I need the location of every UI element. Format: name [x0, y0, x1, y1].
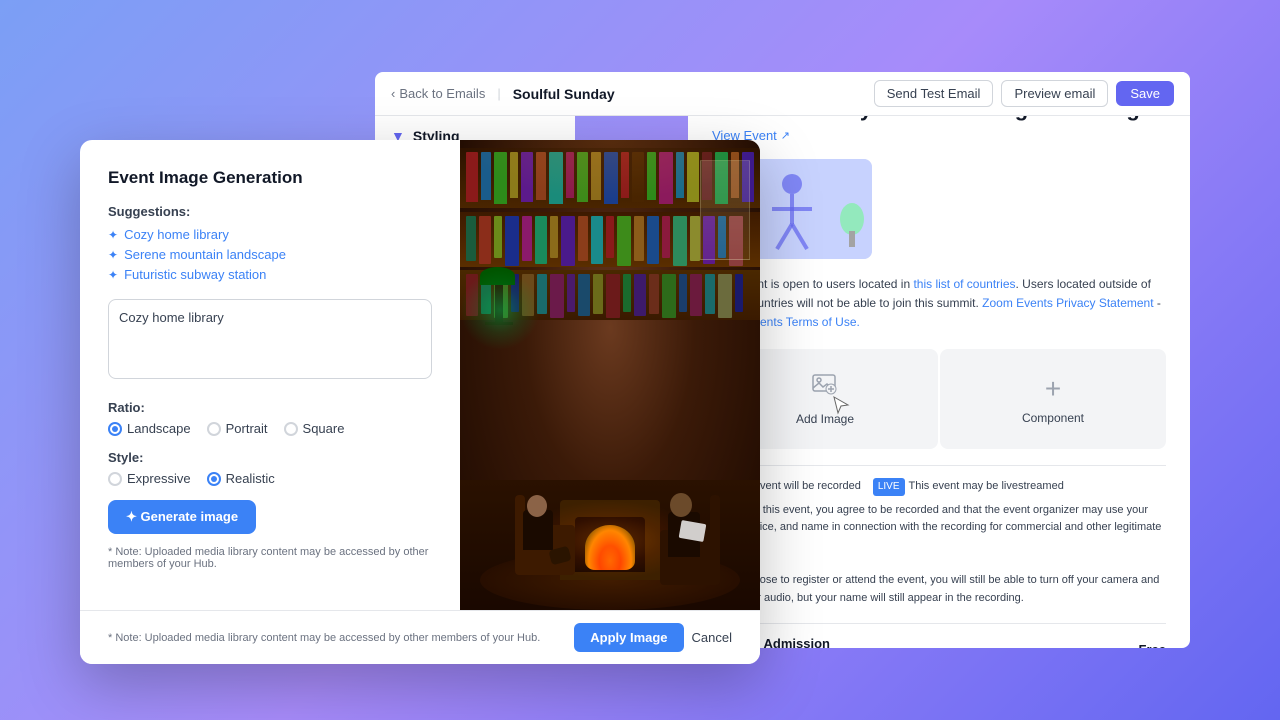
- ratio-portrait[interactable]: Portrait: [207, 421, 268, 436]
- recording-description-1: By joining this event, you agree to be r…: [712, 502, 1166, 555]
- suggestion-2[interactable]: ✦ Serene mountain landscape: [108, 247, 432, 262]
- image-generation-modal: Event Image Generation Suggestions: ✦ Co…: [80, 140, 760, 664]
- ratio-options: Landscape Portrait Square: [108, 421, 432, 436]
- plus-icon: +: [1045, 373, 1061, 405]
- event-description: This event is open to users located in t…: [712, 275, 1166, 333]
- modal-footer: * Note: Uploaded media library content m…: [80, 610, 760, 664]
- sparkle-icon-1: ✦: [108, 228, 118, 242]
- library-scene: [460, 140, 760, 610]
- live-badge: LIVE This event may be livestreamed: [873, 478, 1064, 496]
- recording-section: This event will be recorded LIVE This ev…: [712, 465, 1166, 608]
- live-text: This event may be livestreamed: [909, 478, 1064, 496]
- ratio-square-label: Square: [303, 421, 345, 436]
- modal-title: Event Image Generation: [108, 168, 432, 188]
- page-name: Soulful Sunday: [513, 86, 615, 102]
- back-label: Back to Emails: [399, 86, 485, 101]
- email-preview-panel: Soulful Sunday Session: Yang to Yin Yoga…: [688, 72, 1190, 648]
- prompt-textarea[interactable]: Cozy home library: [108, 299, 432, 379]
- style-label: Style:: [108, 450, 432, 465]
- sparkle-icon-3: ✦: [108, 268, 118, 282]
- generate-button[interactable]: ✦ Generate image: [108, 500, 256, 534]
- chevron-left-icon: ‹: [391, 86, 395, 101]
- divider: |: [497, 86, 500, 101]
- recording-description-2: If you choose to register or attend the …: [712, 572, 1166, 607]
- preview-email-button[interactable]: Preview email: [1001, 80, 1108, 107]
- sparkle-icon-2: ✦: [108, 248, 118, 262]
- ratio-square[interactable]: Square: [284, 421, 345, 436]
- suggestion-1-text: Cozy home library: [124, 227, 229, 242]
- ratio-landscape[interactable]: Landscape: [108, 421, 191, 436]
- add-component-box[interactable]: + Component: [940, 349, 1166, 449]
- countries-link[interactable]: this list of countries: [913, 277, 1015, 291]
- modal-left-panel: Event Image Generation Suggestions: ✦ Co…: [80, 140, 460, 610]
- ratio-square-radio[interactable]: [284, 422, 298, 436]
- live-icon: LIVE: [873, 478, 905, 496]
- ratio-portrait-label: Portrait: [226, 421, 268, 436]
- cursor: [832, 395, 850, 417]
- image-actions: Add Image + Component: [712, 349, 1166, 449]
- note-text: * Note: Uploaded media library content m…: [108, 546, 432, 570]
- suggestion-3[interactable]: ✦ Futuristic subway station: [108, 267, 432, 282]
- external-link-icon: ↗: [781, 129, 790, 142]
- component-label: Component: [1022, 411, 1084, 425]
- apply-image-button[interactable]: Apply Image: [574, 623, 683, 652]
- suggestion-2-text: Serene mountain landscape: [124, 247, 286, 262]
- style-expressive-radio[interactable]: [108, 472, 122, 486]
- ticket-price: Free: [1139, 642, 1166, 648]
- style-realistic-label: Realistic: [226, 471, 275, 486]
- ratio-section: Ratio: Landscape Portrait Square: [108, 400, 432, 436]
- send-test-email-button[interactable]: Send Test Email: [874, 80, 994, 107]
- style-expressive-label: Expressive: [127, 471, 191, 486]
- style-realistic-radio[interactable]: [207, 472, 221, 486]
- style-realistic[interactable]: Realistic: [207, 471, 275, 486]
- suggestion-1[interactable]: ✦ Cozy home library: [108, 227, 432, 242]
- cancel-button[interactable]: Cancel: [692, 630, 732, 645]
- ratio-label: Ratio:: [108, 400, 432, 415]
- save-button[interactable]: Save: [1116, 81, 1174, 106]
- recording-badges: This event will be recorded LIVE This ev…: [712, 478, 1166, 496]
- back-to-emails[interactable]: ‹ Back to Emails: [391, 86, 485, 101]
- ticket-section: General Admission My Ticket Free: [712, 623, 1166, 648]
- style-expressive[interactable]: Expressive: [108, 471, 191, 486]
- style-options: Expressive Realistic: [108, 471, 432, 486]
- suggestions-label: Suggestions:: [108, 204, 432, 219]
- privacy-link[interactable]: Zoom Events Privacy Statement: [982, 296, 1153, 310]
- note-footer: * Note: Uploaded media library content m…: [108, 632, 566, 644]
- ratio-portrait-radio[interactable]: [207, 422, 221, 436]
- top-bar: ‹ Back to Emails | Soulful Sunday Send T…: [375, 72, 1190, 116]
- modal-right-panel: [460, 140, 760, 610]
- ratio-landscape-radio[interactable]: [108, 422, 122, 436]
- style-section: Style: Expressive Realistic: [108, 450, 432, 486]
- suggestion-3-text: Futuristic subway station: [124, 267, 266, 282]
- ratio-landscape-label: Landscape: [127, 421, 191, 436]
- view-event-link[interactable]: View Event ↗: [712, 128, 1166, 143]
